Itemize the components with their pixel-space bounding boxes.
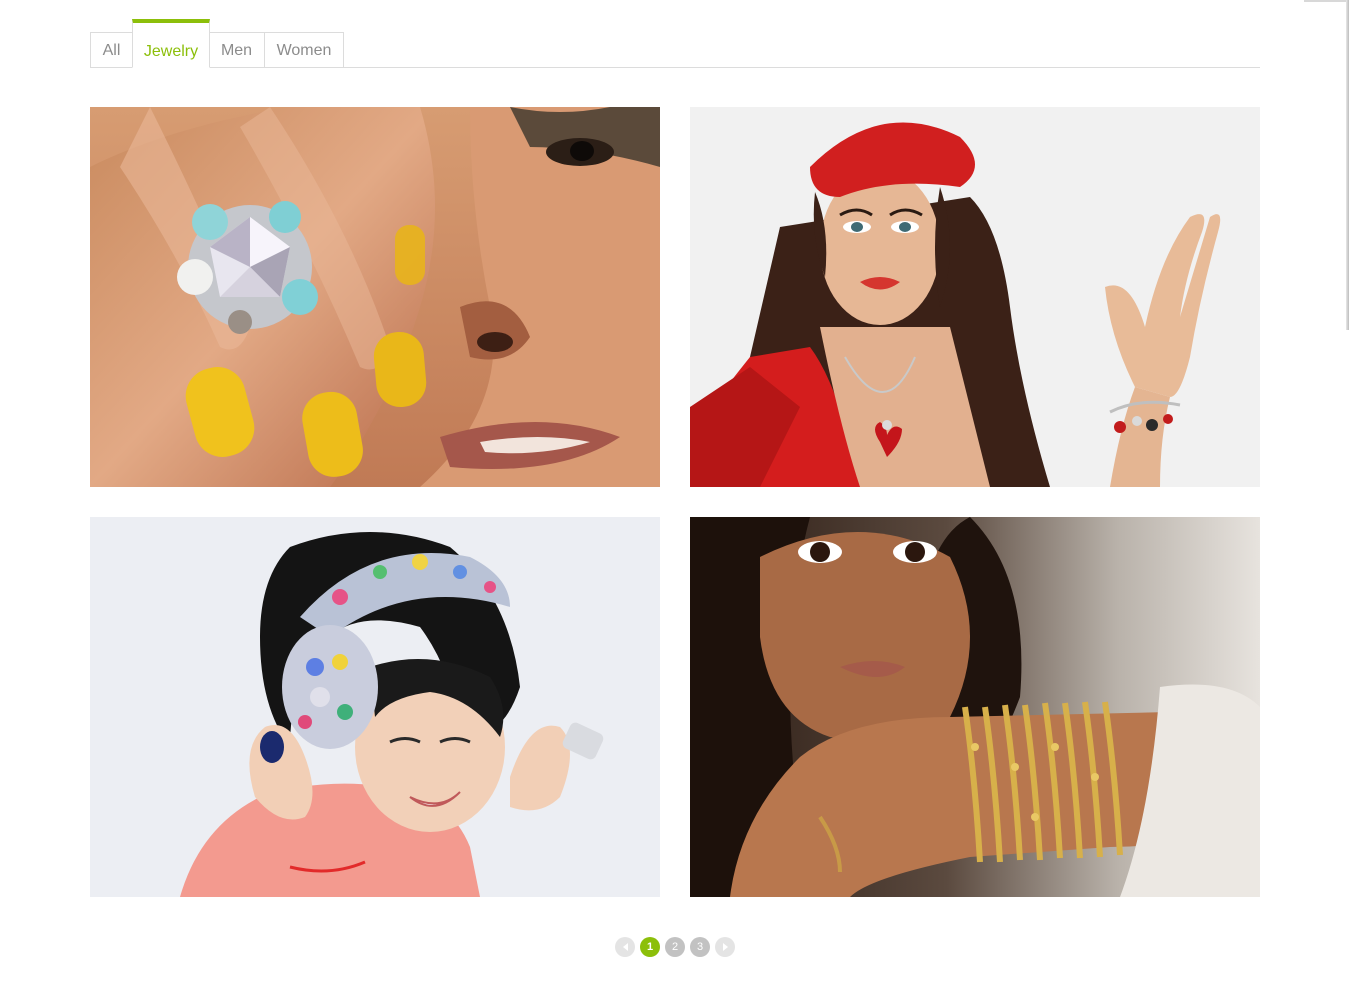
jeweled-headphones-photo bbox=[90, 517, 660, 897]
portfolio-page: All Women Men Jewelry 1 2 3 bbox=[0, 0, 1349, 989]
tab-all[interactable]: All bbox=[90, 32, 133, 68]
page-2-button[interactable]: 2 bbox=[665, 937, 685, 957]
tab-jewelry[interactable]: Jewelry bbox=[132, 19, 210, 68]
gallery-item-jeweled-headphones[interactable] bbox=[90, 517, 660, 897]
gallery-item-red-beret[interactable] bbox=[690, 107, 1260, 487]
gold-bangles-photo bbox=[690, 517, 1260, 897]
page-3-button[interactable]: 3 bbox=[690, 937, 710, 957]
page-edge-shadow bbox=[1304, 0, 1349, 2]
category-filter-tabs: All Women Men Jewelry bbox=[90, 18, 1260, 68]
ring-hand-photo bbox=[90, 107, 660, 487]
chevron-right-icon[interactable] bbox=[715, 937, 735, 957]
red-beret-photo bbox=[690, 107, 1260, 487]
tab-women[interactable]: Women bbox=[264, 32, 344, 68]
tab-men[interactable]: Men bbox=[209, 32, 265, 68]
page-1-button[interactable]: 1 bbox=[640, 937, 660, 957]
gallery-item-gold-bangles[interactable] bbox=[690, 517, 1260, 897]
pagination: 1 2 3 bbox=[615, 937, 735, 957]
chevron-left-icon[interactable] bbox=[615, 937, 635, 957]
gallery-item-ring-hand[interactable] bbox=[90, 107, 660, 487]
